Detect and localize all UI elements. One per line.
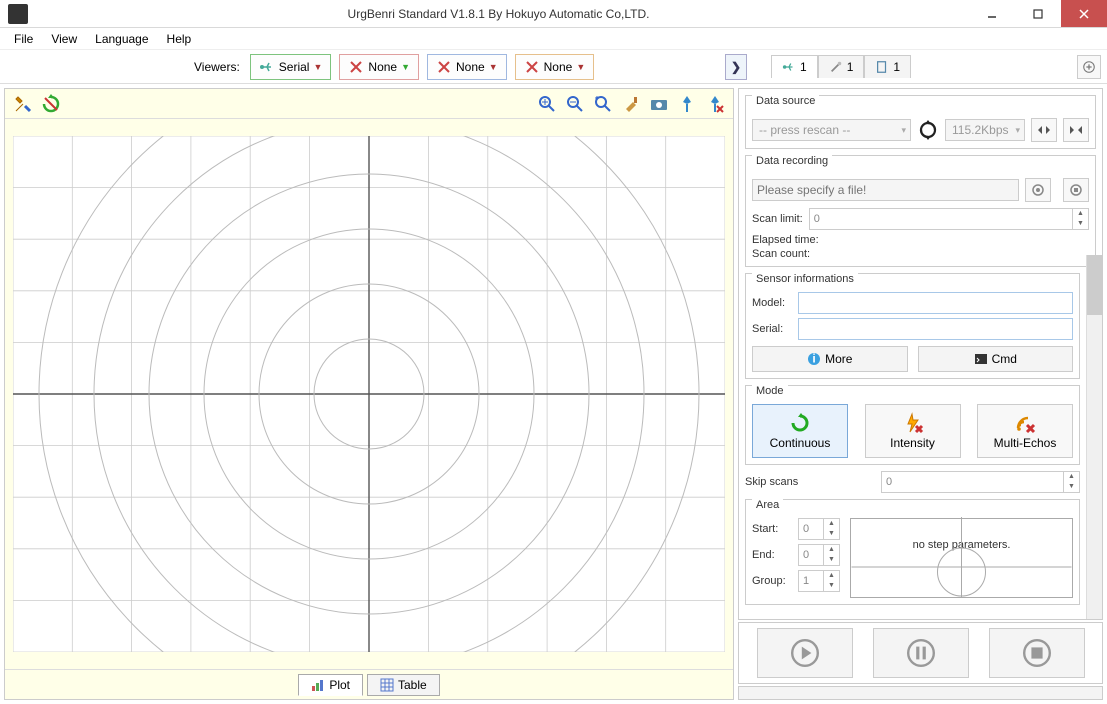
viewer-none-1-button[interactable]: None ▼ [339, 54, 419, 80]
x-icon [436, 59, 452, 75]
viewer-none-3-button[interactable]: None ▼ [515, 54, 595, 80]
pause-button[interactable] [873, 628, 969, 678]
elapsed-time-label: Elapsed time: [752, 234, 1089, 246]
menu-view[interactable]: View [43, 30, 85, 48]
model-input[interactable] [798, 292, 1073, 314]
skip-scans-spin[interactable]: 0▲▼ [881, 471, 1080, 493]
skip-scans-row: Skip scans 0▲▼ [745, 471, 1080, 493]
disconnect-button[interactable] [1063, 118, 1089, 142]
stop-button[interactable] [989, 628, 1085, 678]
conn-tab-3[interactable]: 1 [864, 55, 911, 78]
playback-scrollbar[interactable] [738, 686, 1103, 700]
zoom-out-icon[interactable] [565, 94, 585, 114]
plot-area[interactable] [5, 119, 733, 669]
usb-icon [782, 60, 796, 74]
toolbar-next-button[interactable]: ❯ [725, 54, 747, 80]
mode-continuous-button[interactable]: Continuous [752, 404, 848, 458]
pin-blue-icon[interactable] [677, 94, 697, 114]
svg-text:i: i [812, 352, 815, 366]
tab-table[interactable]: Table [367, 674, 440, 696]
wifi-icon [1014, 412, 1036, 434]
table-icon [380, 678, 394, 692]
data-source-select[interactable]: -- press rescan -- [752, 119, 911, 141]
scan-count-label: Scan count: [752, 248, 1089, 260]
record-stop-button[interactable] [1063, 178, 1089, 202]
refresh-icon [789, 412, 811, 434]
polar-plot [13, 136, 725, 652]
x-icon [348, 59, 364, 75]
area-end-spin[interactable]: 0▲▼ [798, 544, 840, 566]
section-sensor-info: Sensor informations Model: Serial: i Mor… [745, 273, 1080, 379]
viewer-panel: Plot Table [4, 88, 734, 700]
cmd-button[interactable]: Cmd [918, 346, 1074, 372]
usb-icon [259, 59, 275, 75]
refresh-green-icon[interactable] [41, 94, 61, 114]
zoom-fit-icon[interactable] [593, 94, 613, 114]
play-button[interactable] [757, 628, 853, 678]
menu-help[interactable]: Help [159, 30, 200, 48]
section-mode: Mode Continuous Intensity Multi-Echos [745, 385, 1080, 465]
zoom-in-icon[interactable] [537, 94, 557, 114]
area-start-spin[interactable]: 0▲▼ [798, 518, 840, 540]
control-panel: Data source -- press rescan -- 115.2Kbps… [738, 88, 1103, 620]
area-group-spin[interactable]: 1▲▼ [798, 570, 840, 592]
close-button[interactable] [1061, 0, 1107, 27]
add-tab-button[interactable] [1077, 55, 1101, 79]
viewer-none-2-button[interactable]: None ▼ [427, 54, 507, 80]
panel-scrollbar[interactable] [1086, 255, 1102, 619]
section-data-source: Data source -- press rescan -- 115.2Kbps [745, 95, 1096, 149]
maximize-button[interactable] [1015, 0, 1061, 27]
baud-select[interactable]: 115.2Kbps [945, 119, 1025, 141]
section-area: Area Start:0▲▼ End:0▲▼ Group:1▲▼ no step… [745, 499, 1080, 605]
magic-wand-icon [829, 60, 843, 74]
brush-icon[interactable] [621, 94, 641, 114]
pin-remove-icon[interactable] [705, 94, 725, 114]
menu-language[interactable]: Language [87, 30, 156, 48]
recording-file-input[interactable] [752, 179, 1019, 201]
x-icon [524, 59, 540, 75]
chart-icon [311, 678, 325, 692]
conn-tab-2[interactable]: 1 [818, 55, 865, 78]
tab-plot[interactable]: Plot [298, 674, 363, 696]
mode-intensity-button[interactable]: Intensity [865, 404, 961, 458]
serial-input[interactable] [798, 318, 1073, 340]
document-icon [875, 60, 889, 74]
minimize-button[interactable] [969, 0, 1015, 27]
area-mini-plot [851, 517, 1072, 597]
plus-icon [1082, 60, 1096, 74]
viewers-label: Viewers: [194, 60, 240, 74]
window-title: UrgBenri Standard V1.8.1 By Hokuyo Autom… [28, 7, 969, 21]
rescan-icon[interactable] [917, 119, 939, 141]
connect-button[interactable] [1031, 118, 1057, 142]
mode-multiecho-button[interactable]: Multi-Echos [977, 404, 1073, 458]
viewer-serial-button[interactable]: Serial ▼ [250, 54, 332, 80]
terminal-icon [974, 352, 988, 366]
section-data-recording: Data recording Scan limit: 0▲▼ Elapsed t… [745, 155, 1096, 267]
info-icon: i [807, 352, 821, 366]
area-preview: no step parameters. [850, 518, 1073, 598]
more-button[interactable]: i More [752, 346, 908, 372]
settings-tools-icon[interactable] [13, 94, 33, 114]
menu-file[interactable]: File [6, 30, 41, 48]
app-icon [8, 4, 28, 24]
record-button[interactable] [1025, 178, 1051, 202]
conn-tab-1[interactable]: 1 [771, 55, 818, 78]
playback-controls [738, 622, 1103, 684]
camera-icon[interactable] [649, 94, 669, 114]
bolt-icon [902, 412, 924, 434]
scan-limit-label: Scan limit: [752, 213, 803, 225]
scan-limit-spin[interactable]: 0▲▼ [809, 208, 1089, 230]
